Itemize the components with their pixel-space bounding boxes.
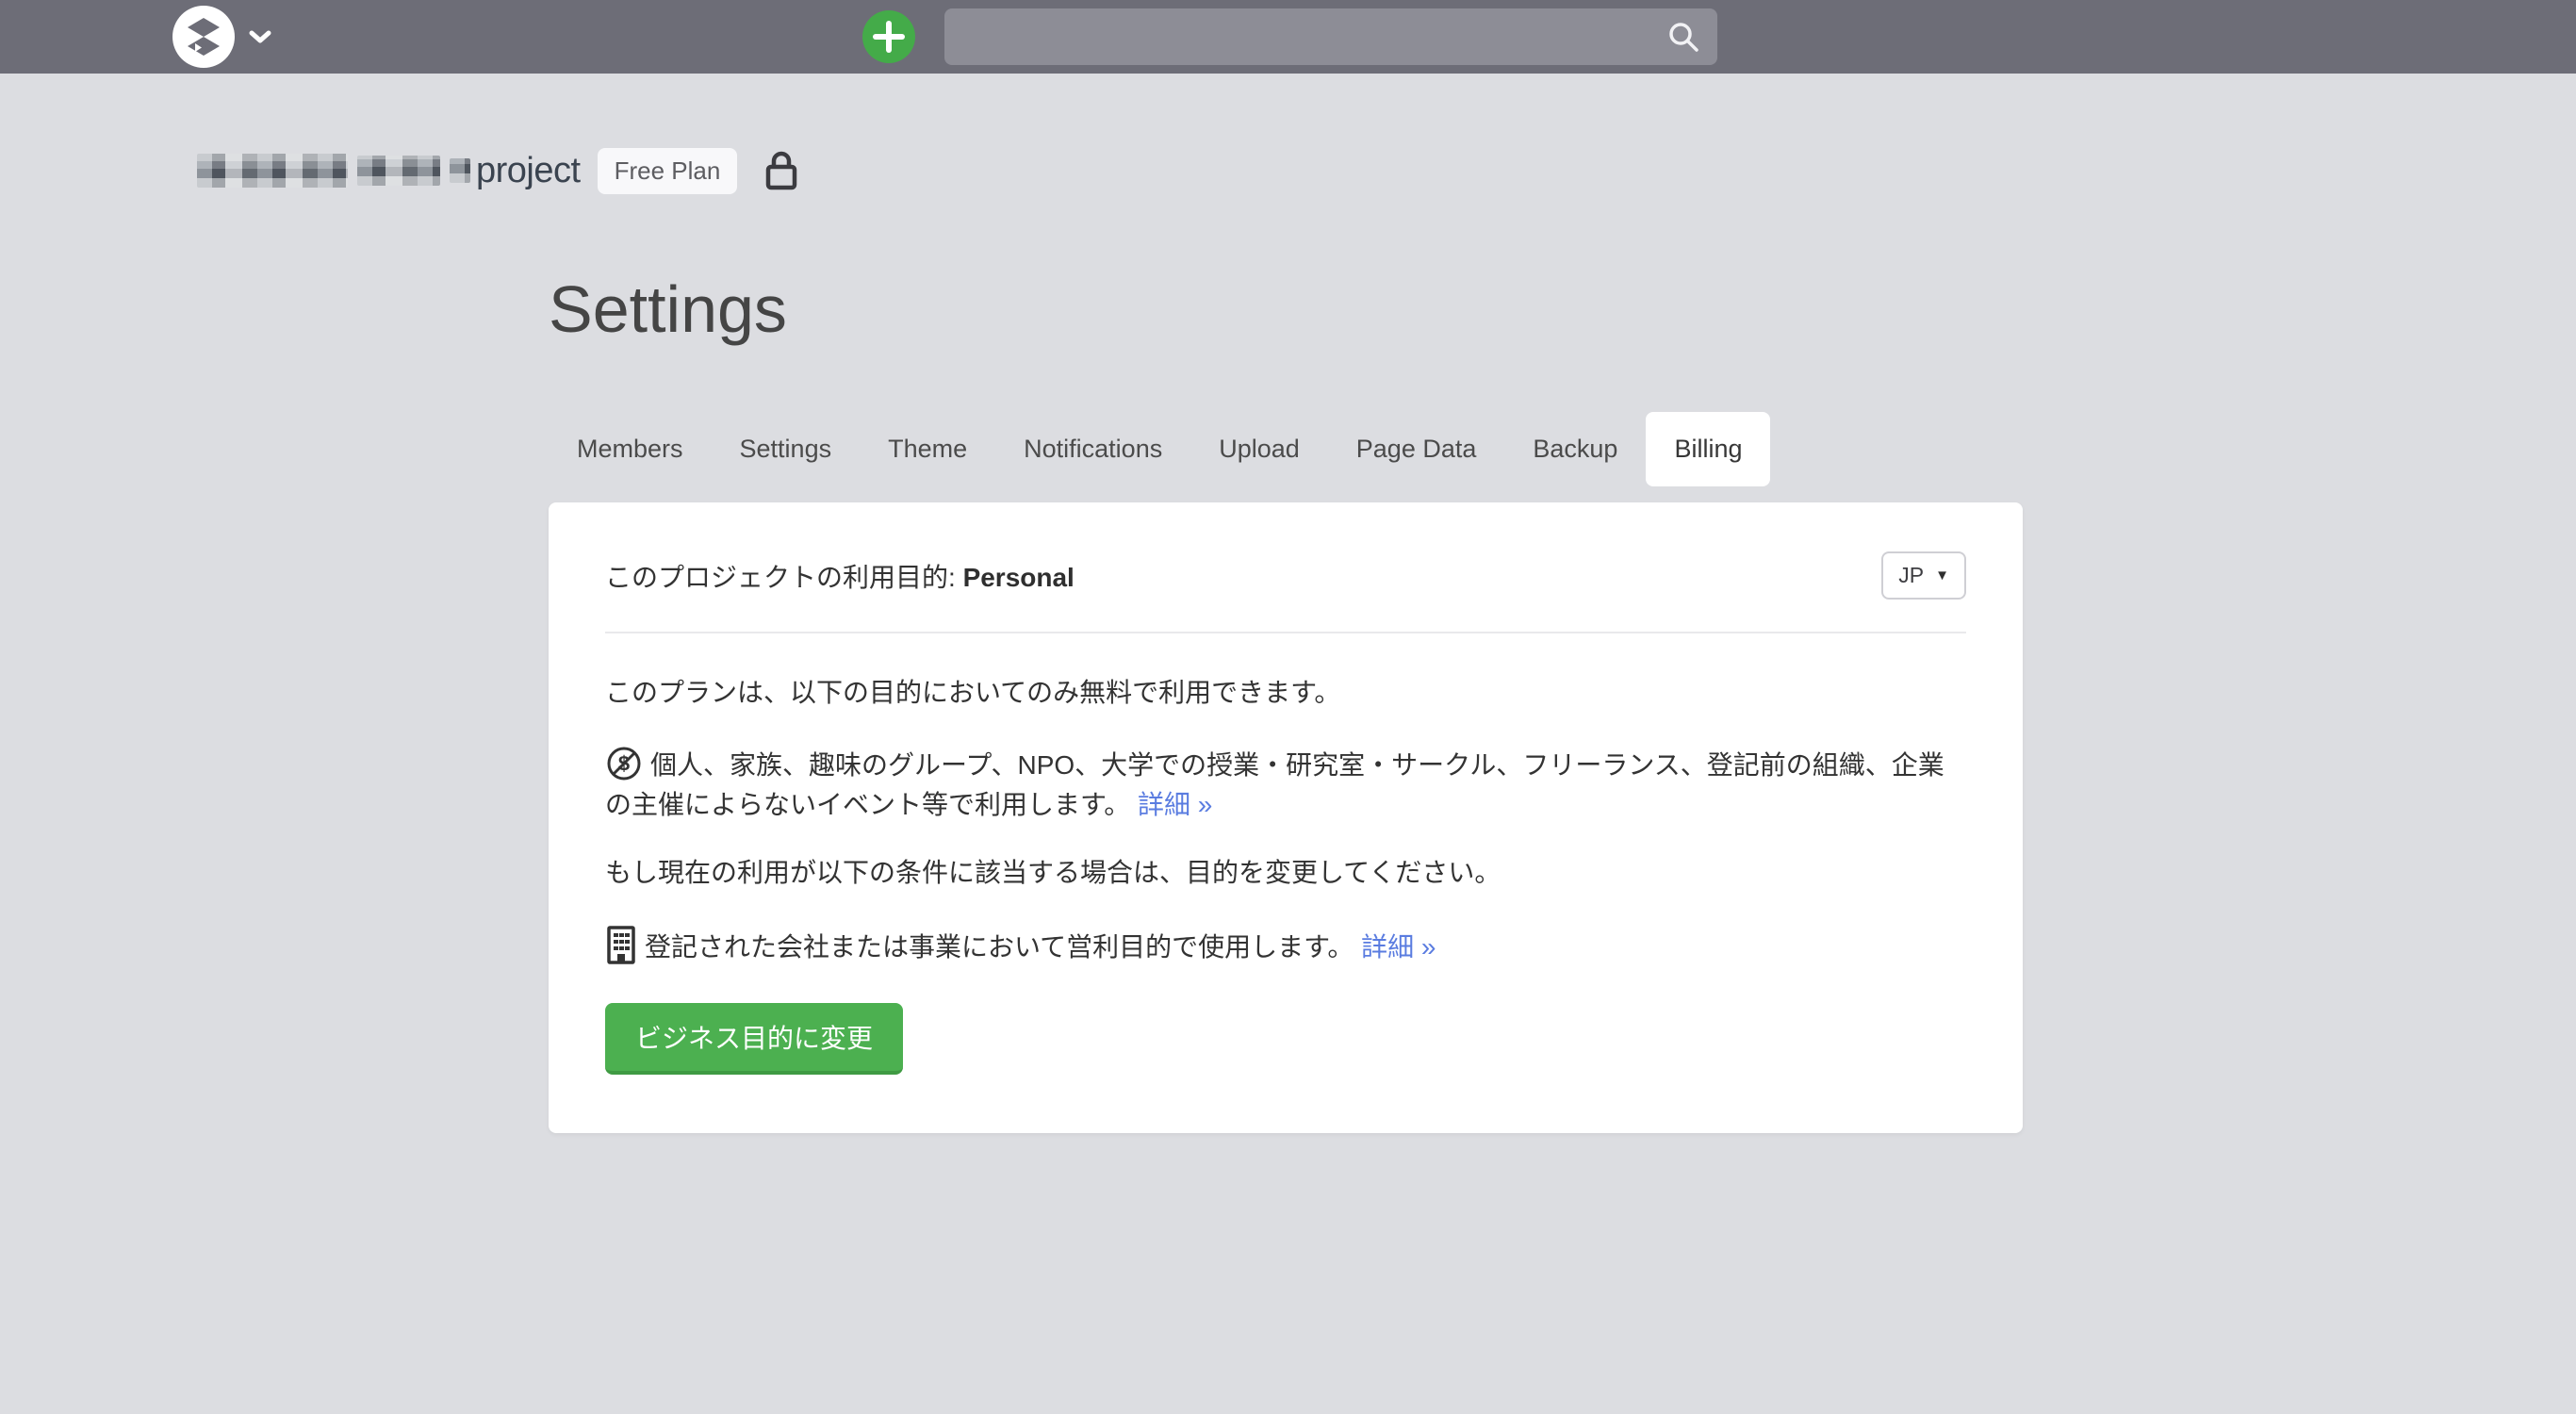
- tab-upload[interactable]: Upload: [1190, 412, 1328, 486]
- project-name-suffix: project: [476, 151, 581, 191]
- personal-detail-link[interactable]: 詳細 »: [1138, 790, 1212, 819]
- tab-backup[interactable]: Backup: [1504, 412, 1646, 486]
- tab-settings[interactable]: Settings: [712, 412, 861, 486]
- building-icon: [605, 925, 637, 964]
- page-title: Settings: [549, 271, 787, 347]
- tab-page-data[interactable]: Page Data: [1328, 412, 1505, 486]
- redacted-block: [450, 158, 470, 183]
- tab-theme[interactable]: Theme: [860, 412, 995, 486]
- business-use-paragraph: 登記された会社または事業において営利目的で使用します。 詳細 »: [605, 925, 1966, 967]
- purpose-text: このプロジェクトの利用目的: Personal: [605, 557, 1075, 595]
- search-bar: [944, 8, 1717, 65]
- search-input[interactable]: [944, 8, 1717, 65]
- language-dropdown-label: JP: [1898, 563, 1924, 588]
- purpose-label: このプロジェクトの利用目的:: [605, 563, 963, 592]
- topbar: [0, 0, 2576, 74]
- language-dropdown[interactable]: JP ▼: [1881, 551, 1966, 600]
- condition-note-text: もし現在の利用が以下の条件に該当する場合は、目的を変更してください。: [605, 853, 1966, 893]
- no-money-icon: $: [605, 745, 643, 782]
- scrapbox-logo-glyph: [182, 15, 225, 58]
- project-switcher[interactable]: [172, 6, 272, 68]
- redacted-block: [357, 156, 440, 186]
- project-header: project Free Plan: [197, 141, 801, 200]
- business-detail-link[interactable]: 詳細 »: [1361, 932, 1436, 962]
- tab-billing[interactable]: Billing: [1646, 412, 1770, 486]
- new-page-button[interactable]: [862, 10, 915, 63]
- billing-panel: このプロジェクトの利用目的: Personal JP ▼ このプランは、以下の目…: [549, 502, 2023, 1133]
- business-use-text: 登記された会社または事業において営利目的で使用します。: [645, 932, 1354, 962]
- redacted-block: [197, 154, 348, 188]
- plan-intro-text: このプランは、以下の目的においてのみ無料で利用できます。: [605, 673, 1966, 713]
- purpose-value: Personal: [963, 563, 1075, 592]
- settings-tabs: Members Settings Theme Notifications Upl…: [549, 412, 1770, 486]
- lock-icon: [762, 148, 801, 193]
- tab-notifications[interactable]: Notifications: [995, 412, 1190, 486]
- redacted-project-name: [197, 154, 470, 188]
- personal-use-paragraph: $ 個人、家族、趣味のグループ、NPO、大学での授業・研究室・サークル、フリーラ…: [605, 745, 1966, 825]
- purpose-row: このプロジェクトの利用目的: Personal JP ▼: [605, 551, 1966, 600]
- plan-badge: Free Plan: [598, 148, 738, 194]
- scrapbox-logo-icon[interactable]: [172, 6, 235, 68]
- tab-members[interactable]: Members: [549, 412, 712, 486]
- chevron-down-icon[interactable]: [248, 28, 272, 45]
- caret-down-icon: ▼: [1935, 568, 1949, 583]
- personal-use-text: 個人、家族、趣味のグループ、NPO、大学での授業・研究室・サークル、フリーランス…: [605, 750, 1944, 819]
- change-to-business-button[interactable]: ビジネス目的に変更: [605, 1003, 903, 1075]
- plus-icon: [873, 21, 905, 53]
- divider: [605, 632, 1966, 633]
